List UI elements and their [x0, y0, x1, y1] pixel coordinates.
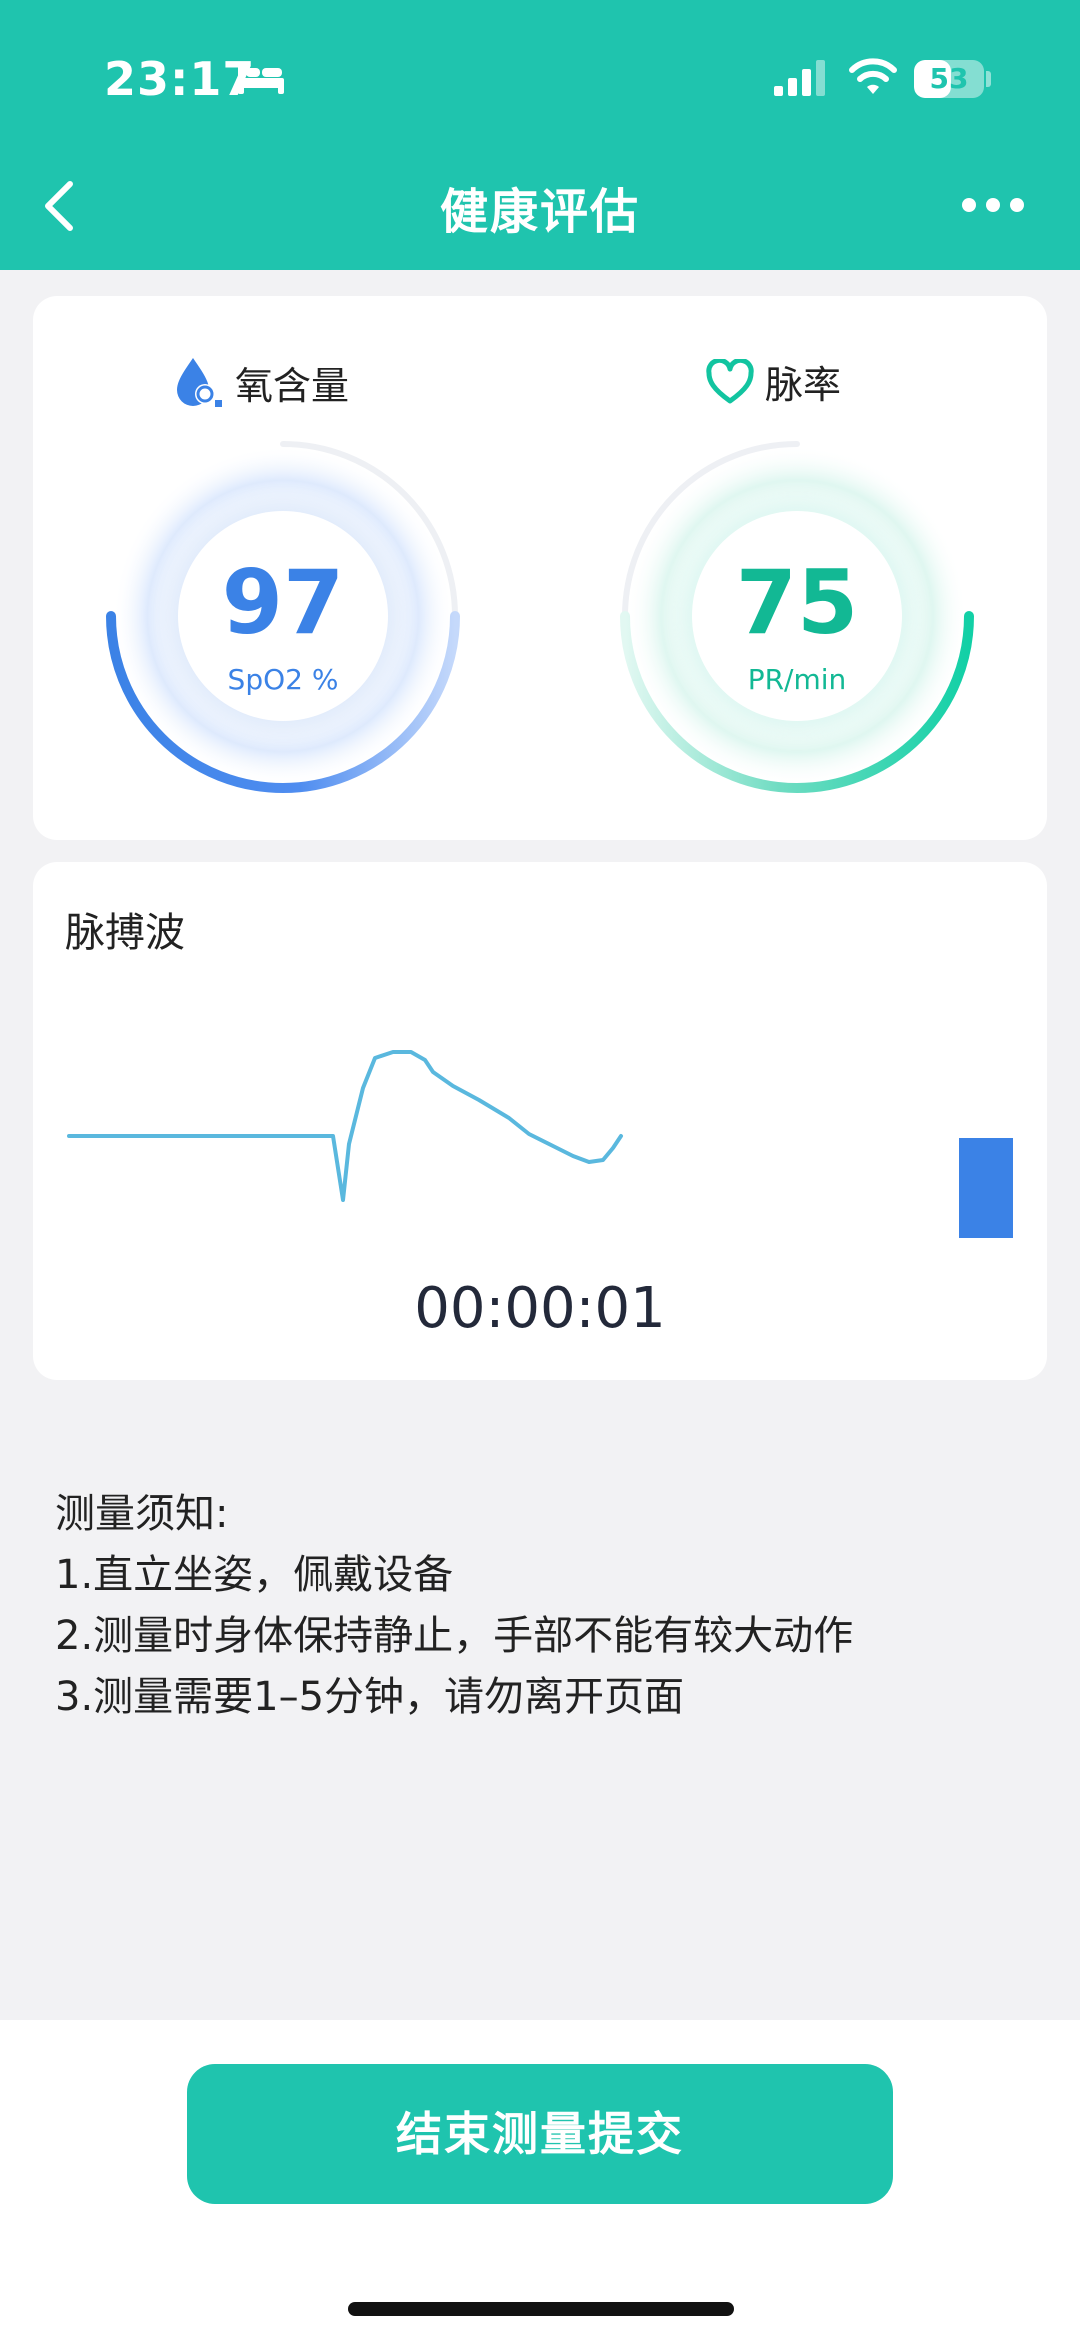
- end-measurement-submit-button[interactable]: 结束测量提交: [187, 2064, 893, 2204]
- more-dot-icon: [1010, 198, 1024, 212]
- more-options-button[interactable]: [958, 190, 1028, 220]
- app-header: 23:17 53 健康评估: [0, 0, 1080, 270]
- pulse-rate-readout: 75 PR/min: [692, 511, 902, 721]
- wifi-icon: [849, 58, 897, 94]
- page-title: 健康评估: [439, 184, 640, 240]
- notes-item: 2.测量时身体保持静止，手部不能有较大动作: [55, 1613, 854, 1659]
- measurement-timer: 00:00:01: [414, 1276, 666, 1341]
- status-time: 23:17: [104, 52, 256, 106]
- notes-item: 1.直立坐姿，佩戴设备: [55, 1552, 454, 1598]
- bed-icon: [238, 64, 284, 94]
- notes-heading: 测量须知:: [55, 1491, 229, 1537]
- water-drop-o2-icon: [177, 358, 222, 407]
- spo2-gauge: 97 SpO2 %: [103, 436, 463, 796]
- metrics-card: 氧含量 脉率 97 SpO2 % 75 PR/min: [33, 296, 1047, 840]
- pulse-waveform-line: [67, 1050, 623, 1202]
- battery-tip: [986, 71, 991, 87]
- more-dot-icon: [986, 198, 1000, 212]
- pulse-rate-gauge: 75 PR/min: [617, 436, 977, 796]
- battery-level: 53: [929, 62, 969, 95]
- battery-indicator: 53: [914, 60, 984, 98]
- pulse-rate-value: 75: [735, 551, 859, 654]
- pulse-rate-label: 脉率: [705, 354, 841, 409]
- pulse-rate-label-text: 脉率: [765, 363, 842, 407]
- spo2-unit: SpO2 %: [227, 663, 339, 696]
- spo2-label: 氧含量: [173, 354, 349, 410]
- more-dot-icon: [962, 198, 976, 212]
- pulse-wave-card: 脉搏波 00:00:01: [33, 862, 1047, 1380]
- home-indicator: [348, 2302, 734, 2316]
- notes-item: 3.测量需要1–5分钟，请勿离开页面: [55, 1674, 685, 1720]
- spo2-readout: 97 SpO2 %: [178, 511, 388, 721]
- spo2-value: 97: [221, 551, 345, 654]
- measurement-notes: 测量须知: 1.直立坐姿，佩戴设备 2.测量时身体保持静止，手部不能有较大动作 …: [55, 1484, 1035, 1728]
- pulse-rate-unit: PR/min: [747, 663, 847, 696]
- signal-strength-bar: [959, 1138, 1013, 1238]
- spo2-label-text: 氧含量: [235, 363, 350, 408]
- cellular-signal-icon: [774, 60, 825, 96]
- heart-outline-icon: [706, 358, 754, 403]
